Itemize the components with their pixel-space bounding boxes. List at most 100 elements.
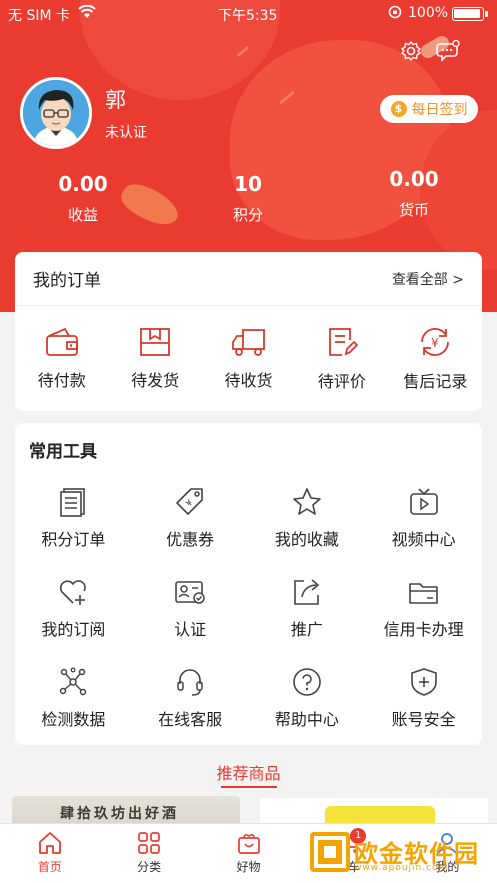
watermark-url: www.apoujin.com [354,863,449,873]
heart-plus-icon [60,580,87,605]
battery-icon [452,7,488,21]
tool-label: 我的收藏 [274,530,339,549]
coin-icon: $ [390,101,407,117]
tv-icon [409,488,438,515]
tool-label: 账号安全 [391,710,456,729]
network-icon [60,667,87,696]
home-icon [38,832,61,854]
clock: 下午5:35 [218,8,278,24]
tool-video-center[interactable]: 视频中心 [365,473,482,563]
order-label: 待发货 [131,370,180,390]
box-icon [140,327,171,356]
review-icon [329,327,358,356]
id-card-icon [175,581,205,604]
orders-header: 我的订单 查看全部 > [15,252,482,306]
tool-label: 推广 [290,620,323,639]
tool-favorites[interactable]: 我的收藏 [249,473,366,563]
tool-promotion[interactable]: 推广 [249,563,366,653]
tool-label: 我的订阅 [41,620,106,639]
stat-label: 货币 [398,201,429,219]
document-icon [60,488,86,517]
tools-title: 常用工具 [29,441,97,462]
tool-label: 积分订单 [41,530,106,549]
tool-customer-service[interactable]: 在线客服 [132,653,249,743]
help-icon [293,668,321,696]
tool-label: 优惠券 [166,530,215,549]
tool-grid: 积分订单 ¥ 优惠券 我的收藏 视频中心 我的订阅 认证 推广 信用卡办理 检测… [15,473,482,743]
svg-text:¥: ¥ [432,336,440,350]
order-label: 待收货 [224,370,273,390]
tab-label: 分类 [137,860,162,874]
headset-icon [177,669,203,696]
user-name: 郭 [105,88,126,112]
stat-earnings[interactable]: 0.00 收益 [28,172,138,225]
tab-label: 好物 [236,860,261,874]
wallet-icon [45,327,78,356]
tool-credit-card[interactable]: 信用卡办理 [365,563,482,653]
tools-card: 常用工具 积分订单 ¥ 优惠券 我的收藏 视频中心 我的订阅 认证 推广 信用卡… [15,423,482,745]
shield-icon [410,668,437,696]
tool-label: 帮助中心 [274,710,339,729]
product-banner-text: 肆拾玖坊出好酒 [60,806,179,822]
view-all-orders-link[interactable]: 查看全部 > [392,269,464,289]
stat-label: 积分 [232,206,263,224]
tab-label: 首页 [37,860,62,874]
avatar[interactable] [20,77,92,149]
coupon-tag-icon: ¥ [176,488,203,515]
tool-subscriptions[interactable]: 我的订阅 [15,563,132,653]
tool-label: 信用卡办理 [383,620,464,639]
orders-card: 我的订单 查看全部 > 待付款 待发货 待收货 待评价 ¥ 售后记录 [15,252,482,411]
order-label: 待付款 [37,370,86,390]
signin-label: 每日签到 [411,102,468,118]
header-actions [400,40,460,62]
tool-label: 视频中心 [391,530,456,549]
tool-account-security[interactable]: 账号安全 [365,653,482,743]
stat-value: 0.00 [389,167,439,191]
card-icon [408,583,438,604]
recommend-underline [221,786,277,788]
rotation-lock-icon [388,5,402,23]
tool-label: 检测数据 [41,710,106,729]
orders-title: 我的订单 [33,271,101,291]
tool-test-data[interactable]: 检测数据 [15,653,132,743]
star-icon [293,488,321,515]
daily-signin-button[interactable]: $ 每日签到 [380,95,478,123]
stat-label: 收益 [67,206,98,224]
order-to-ship[interactable]: 待发货 [108,306,201,411]
wifi-icon [78,4,96,23]
order-to-receive[interactable]: 待收货 [202,306,295,411]
order-to-review[interactable]: 待评价 [295,306,388,411]
message-icon[interactable] [436,40,460,62]
stat-value: 0.00 [58,172,108,196]
tool-coupons[interactable]: ¥ 优惠券 [132,473,249,563]
order-after-sales[interactable]: ¥ 售后记录 [389,306,482,411]
order-label: 售后记录 [403,371,468,391]
grid-icon [138,832,160,854]
gift-icon [237,834,260,854]
carrier-label: 无 SIM 卡 [8,8,70,24]
settings-icon[interactable] [400,40,422,62]
battery-percent: 100% [408,5,449,21]
order-pending-payment[interactable]: 待付款 [15,306,108,411]
profile-page: 无 SIM 卡 下午5:35 100% 郭 未认证 $ 每日签到 0.00 收益… [0,0,497,883]
order-status-row: 待付款 待发货 待收货 待评价 ¥ 售后记录 [15,306,482,411]
tool-points-orders[interactable]: 积分订单 [15,473,132,563]
tools-header: 常用工具 [15,423,482,475]
stat-value: 10 [234,172,262,196]
watermark-logo [310,832,350,872]
share-icon [294,579,320,605]
tab-goods[interactable]: 好物 [199,824,298,883]
stat-points[interactable]: 10 积分 [193,172,303,225]
refund-icon: ¥ [421,327,450,356]
tab-home[interactable]: 首页 [0,824,99,883]
watermark: 欧金软件园 www.apoujin.com [310,832,490,878]
tool-verification[interactable]: 认证 [132,563,249,653]
order-label: 待评价 [317,371,366,391]
tab-category[interactable]: 分类 [99,824,198,883]
verify-status[interactable]: 未认证 [105,122,147,142]
truck-icon [231,328,265,356]
stat-currency[interactable]: 0.00 货币 [359,167,469,220]
recommend-title: 推荐商品 [216,764,281,783]
status-bar: 无 SIM 卡 下午5:35 100% [0,0,497,26]
tool-help-center[interactable]: 帮助中心 [249,653,366,743]
